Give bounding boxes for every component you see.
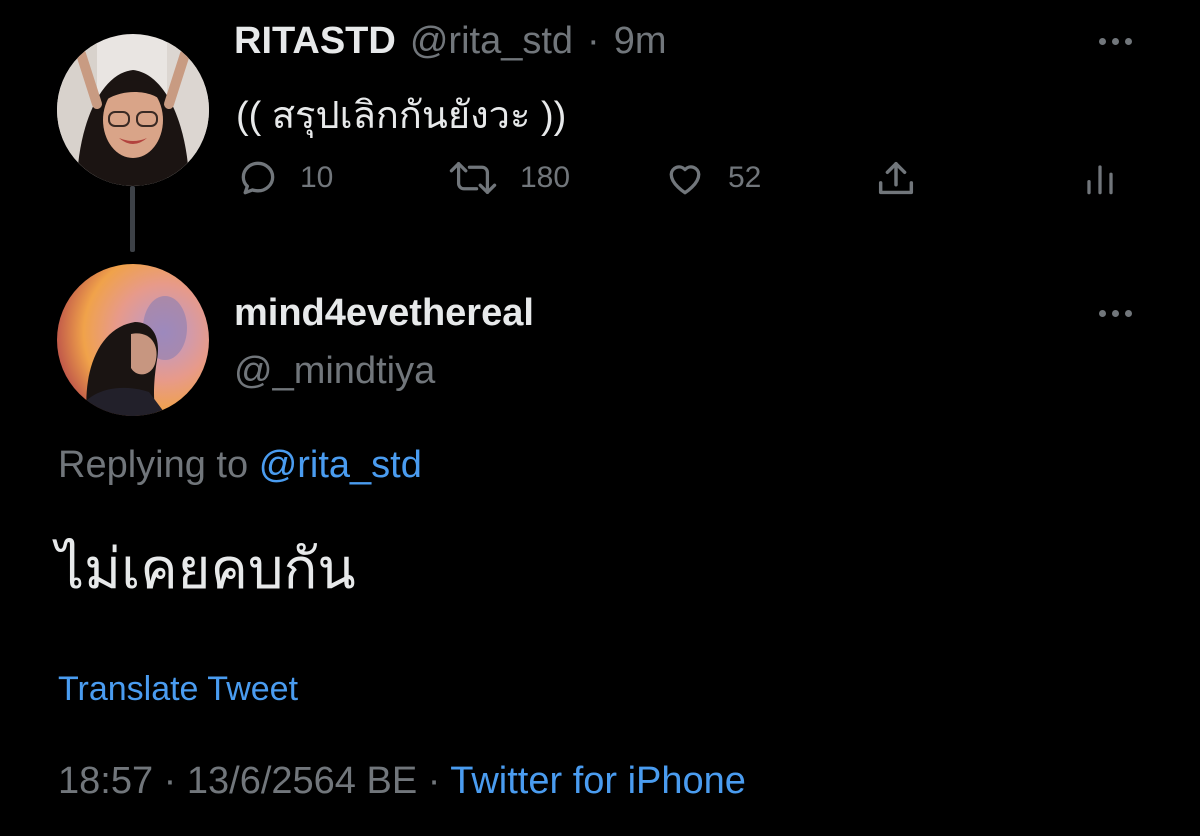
avatar-ritastd[interactable] <box>57 34 209 186</box>
retweet-button[interactable]: 180 <box>446 156 570 200</box>
replying-label: Replying to <box>58 444 249 486</box>
retweet-icon <box>446 156 500 200</box>
like-count: 52 <box>728 161 762 194</box>
display-name[interactable]: RITASTD <box>234 20 396 63</box>
reply-count: 10 <box>300 161 334 194</box>
tweet-header: RITASTD @rita_std · 9m <box>234 20 667 63</box>
time-separator: · <box>587 20 600 62</box>
avatar-mind4evethereal[interactable] <box>57 264 209 416</box>
more-icon[interactable] <box>1099 310 1132 317</box>
analytics-button[interactable] <box>1083 156 1117 200</box>
like-button[interactable]: 52 <box>662 156 761 200</box>
thread-connector-line <box>130 186 135 252</box>
retweet-count: 180 <box>520 161 571 194</box>
reply-text: ไม่เคยคบกัน <box>56 537 356 600</box>
translate-tweet-link[interactable]: Translate Tweet <box>58 670 298 709</box>
more-icon[interactable] <box>1099 38 1132 45</box>
replying-handle-link[interactable]: @rita_std <box>259 444 422 486</box>
display-name[interactable]: mind4evethereal <box>234 292 534 335</box>
tweet-timestamp[interactable]: 18:57 · 13/6/2564 BE · <box>58 760 440 802</box>
tweet-meta: 18:57 · 13/6/2564 BE · Twitter for iPhon… <box>58 760 746 803</box>
like-icon <box>662 156 708 200</box>
tweet-time[interactable]: 9m <box>614 20 667 63</box>
replying-to: Replying to @rita_std <box>58 444 422 487</box>
reply-button[interactable]: 10 <box>236 156 333 200</box>
analytics-icon <box>1083 156 1117 200</box>
tweet-source-link[interactable]: Twitter for iPhone <box>450 760 746 802</box>
tweet-text: (( สรุปเลิกกันยังวะ )) <box>236 95 567 137</box>
share-icon <box>873 156 919 202</box>
user-handle[interactable]: @rita_std <box>410 20 573 63</box>
reply-icon <box>236 156 280 200</box>
share-button[interactable] <box>873 156 919 202</box>
user-handle[interactable]: @_mindtiya <box>234 350 435 393</box>
